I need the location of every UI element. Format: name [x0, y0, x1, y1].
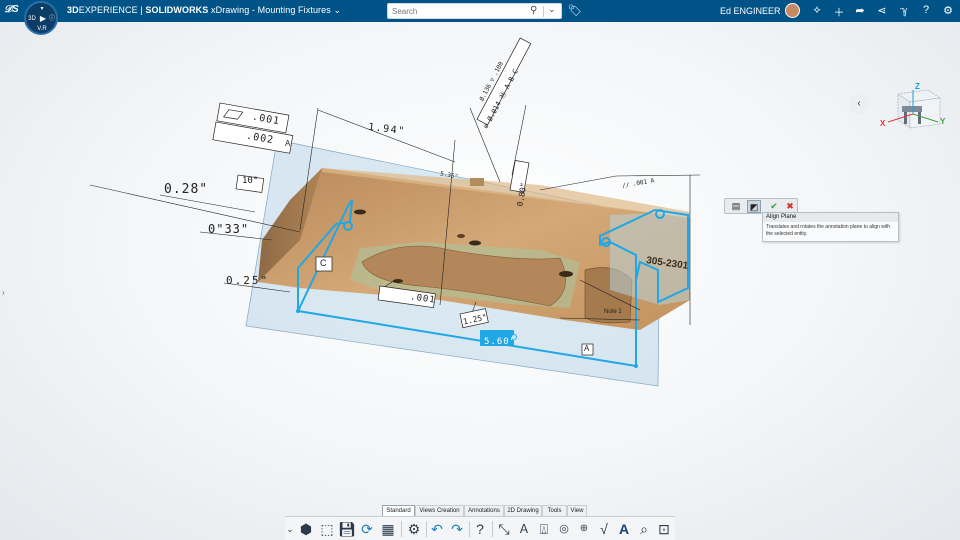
left-panel-handle-icon[interactable]: ›: [2, 288, 5, 297]
smart-dimension-icon[interactable]: ⤡: [495, 520, 513, 538]
action-bar: ⌄ ⬢ ⬚ 💾︎ ⟳ ▦ ⚙ ↶ ↷ ? ⤡ Ａ ⍍ ◎ ⊕ √ A ⌕ ⊡: [285, 516, 675, 540]
undo-icon[interactable]: ↶: [428, 520, 446, 538]
view-cube-y-label: Y: [940, 117, 946, 126]
toolbar-divider: [469, 521, 470, 537]
document-name[interactable]: Mounting Fixtures: [258, 5, 331, 15]
add-icon[interactable]: ＋: [832, 4, 846, 20]
share-arrow-icon[interactable]: ➦: [853, 4, 867, 17]
tab-annotations[interactable]: Annotations: [464, 505, 504, 516]
search-input[interactable]: [392, 5, 522, 17]
plane-icon[interactable]: ▤: [729, 200, 743, 213]
user-name[interactable]: Ed ENGINEER: [720, 6, 781, 16]
toolbar-divider: [492, 521, 493, 537]
view-cube-x-label: X: [880, 119, 886, 128]
chevron-down-icon[interactable]: ⌄: [548, 4, 556, 15]
dim-560-text[interactable]: 5.60": [484, 337, 516, 347]
dim-033-text[interactable]: 0"33": [208, 222, 249, 236]
share-network-icon[interactable]: ⋖: [875, 4, 889, 17]
redo-icon[interactable]: ↷: [448, 520, 466, 538]
brand-experience: EXPERIENCE: [78, 5, 138, 15]
notification-icon[interactable]: ⟡: [810, 4, 824, 17]
tab-view[interactable]: View: [567, 505, 587, 516]
search-box[interactable]: ⚲ ⌄: [387, 3, 562, 19]
avatar[interactable]: [785, 3, 800, 18]
refresh-icon[interactable]: ⟳: [358, 520, 376, 538]
drawing-canvas[interactable]: 1.94" 0.28" 0"33" 0.25" 10° 1.25" 5.60" …: [0, 22, 960, 518]
top-bar: 𝒟S 3DEXPERIENCE | SOLIDWORKS xDrawing - …: [0, 0, 960, 22]
balloon-icon[interactable]: ◎: [555, 520, 573, 538]
brand-3d: 3D: [67, 5, 79, 15]
gear-icon[interactable]: ⚙: [405, 520, 423, 538]
ds-logo: 𝒟S: [4, 4, 19, 15]
datum-ref-a-text: A: [285, 139, 291, 148]
align-plane-icon[interactable]: ◩: [747, 200, 761, 213]
tooltip-title: Align Plane: [763, 213, 898, 222]
properties-icon[interactable]: ▦: [379, 520, 397, 538]
align-plane-tooltip: Align Plane Translates and rotates the a…: [762, 212, 899, 242]
dim-10deg-text[interactable]: 10°: [242, 176, 258, 186]
note-icon[interactable]: Ａ: [515, 520, 533, 538]
tooltip-description: Translates and rotates the annotation pl…: [766, 224, 891, 237]
save-icon[interactable]: 💾︎: [338, 520, 356, 538]
search-divider: [543, 6, 544, 17]
toolbar-divider: [401, 521, 402, 537]
toolbar-divider: [426, 521, 427, 537]
tab-2d-drawing[interactable]: 2D Drawing: [504, 505, 542, 516]
dim-025-text[interactable]: 0.25": [226, 274, 269, 287]
surface-finish-icon[interactable]: √: [595, 520, 613, 538]
datum-icon[interactable]: ⊡: [655, 520, 673, 538]
datum-a-text: A: [584, 344, 590, 353]
help-icon[interactable]: ?: [471, 520, 489, 538]
datum-c-text: C: [320, 258, 327, 268]
dim-028-text[interactable]: 0.28": [164, 182, 208, 197]
compass-vr-label: V.R: [37, 26, 47, 32]
app-title: 3DEXPERIENCE | SOLIDWORKS xDrawing - Mou…: [67, 5, 342, 15]
search-icon[interactable]: ⚲: [530, 5, 537, 16]
compass-widget[interactable]: ▾ 3D ▶ ⓘ V.R: [24, 1, 58, 35]
view-cube-z-label: Z: [915, 82, 920, 91]
view-cube[interactable]: [878, 84, 948, 136]
gtol-icon[interactable]: ⊕: [575, 520, 593, 538]
new-icon[interactable]: ⬚: [318, 520, 336, 538]
tab-tools[interactable]: Tools: [542, 505, 567, 516]
tab-views-creation[interactable]: Views Creation: [415, 505, 464, 516]
settings-icon[interactable]: ⚙: [941, 4, 955, 17]
help-icon[interactable]: ?: [919, 4, 933, 16]
tab-standard[interactable]: Standard: [382, 505, 415, 516]
note-label-text[interactable]: Note 1: [604, 309, 622, 315]
brand-product: SOLIDWORKS: [145, 5, 209, 15]
gdt-frame-flatness[interactable]: [212, 102, 294, 154]
apps-icon[interactable]: ℽ: [897, 4, 911, 17]
text-icon[interactable]: A: [615, 520, 633, 538]
product-name: xDrawing: [211, 5, 250, 15]
chevron-down-icon[interactable]: ⌄: [285, 520, 295, 538]
chevron-down-icon[interactable]: ⌄: [333, 5, 341, 15]
hole-callout-icon[interactable]: ⌕: [635, 520, 653, 538]
leader-note-icon[interactable]: ⍍: [535, 520, 553, 538]
back-chevron-button[interactable]: ‹: [849, 94, 869, 114]
tag-icon[interactable]: 🏷︎: [568, 4, 582, 17]
part-icon[interactable]: ⬢: [297, 520, 315, 538]
